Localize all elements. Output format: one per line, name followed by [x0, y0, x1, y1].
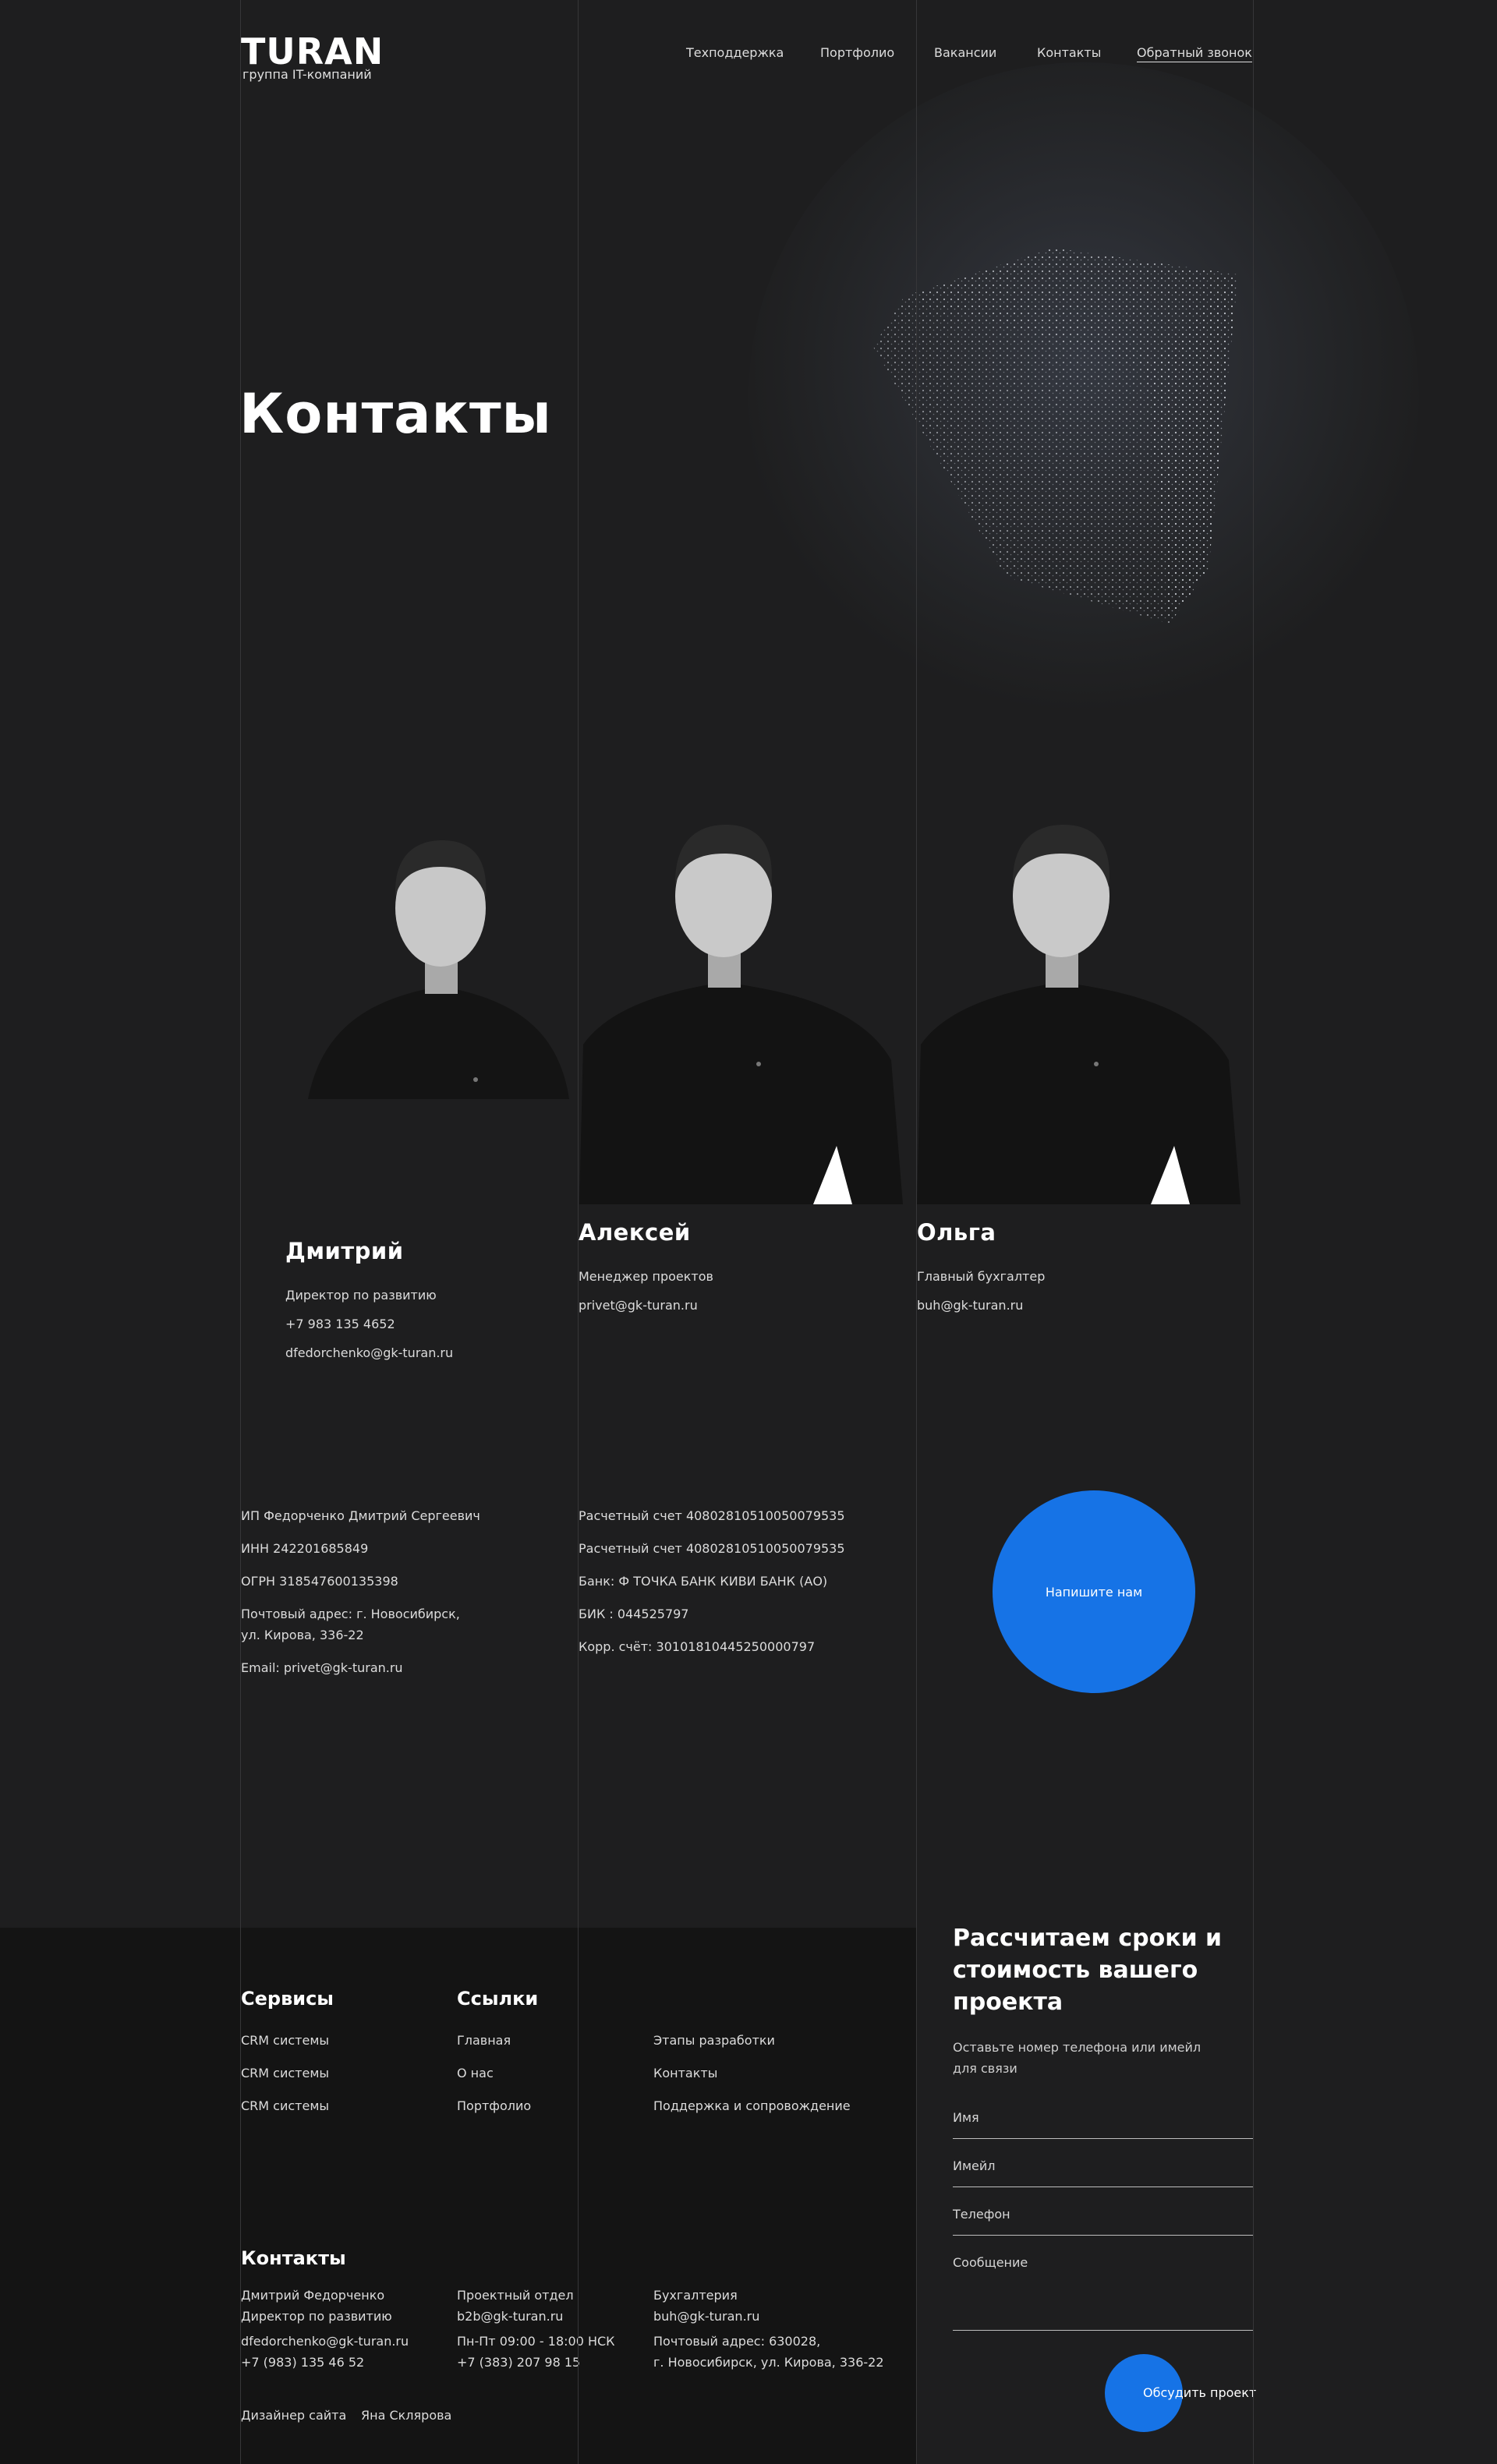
write-us-button[interactable]: Напишите нам: [993, 1490, 1195, 1693]
person-email-olga[interactable]: buh@gk-turan.ru: [917, 1298, 1023, 1313]
designer-name[interactable]: Яна Склярова: [361, 2405, 451, 2426]
person-phone-dmitry[interactable]: +7 983 135 4652: [285, 1317, 395, 1331]
footer-link-home[interactable]: Главная: [457, 2033, 511, 2048]
write-us-label: Напишите нам: [1045, 1584, 1143, 1600]
person-role-aleksey: Менеджер проектов: [579, 1269, 713, 1284]
footer-service-link[interactable]: CRM системы: [241, 2033, 329, 2048]
footer-contact-role: Директор по развитию: [241, 2309, 392, 2324]
footer-contacts-title: Контакты: [241, 2247, 346, 2269]
footer-service-link[interactable]: CRM системы: [241, 2098, 329, 2113]
footer-contact-name: Дмитрий Федорченко: [241, 2288, 385, 2303]
footer-accounting-email[interactable]: buh@gk-turan.ru: [653, 2306, 759, 2327]
requisite-bik: БИК : 044525797: [579, 1607, 689, 1621]
callback-link[interactable]: Обратный звонок: [1137, 45, 1252, 62]
footer-services-title: Сервисы: [241, 1988, 334, 2010]
grid-line: [916, 0, 917, 2464]
requisite-account-1: Расчетный счет 40802810510050079535: [579, 1508, 845, 1523]
message-field-placeholder: Сообщение: [953, 2255, 1028, 2270]
form-title: Рассчитаем сроки и стоимость вашего прое…: [953, 1925, 1223, 2016]
person-email-dmitry[interactable]: dfedorchenko@gk-turan.ru: [285, 1345, 453, 1360]
footer-link-stages[interactable]: Этапы разработки: [653, 2033, 775, 2048]
message-field[interactable]: Сообщение: [953, 2255, 1253, 2331]
requisite-address-line1: Почтовый адрес: г. Новосибирск,: [241, 1607, 460, 1621]
requisite-corr-account: Корр. счёт: 30101810445250000797: [579, 1639, 816, 1654]
requisite-email[interactable]: Email: privet@gk-turan.ru: [241, 1658, 403, 1678]
nav-contacts[interactable]: Контакты: [1037, 45, 1101, 60]
footer-link-about[interactable]: О нас: [457, 2066, 494, 2080]
footer-links-title: Ссылки: [457, 1988, 539, 2010]
photo-olga: [917, 803, 1240, 1204]
person-name-olga: Ольга: [917, 1219, 996, 1246]
person-name-aleksey: Алексей: [579, 1219, 691, 1246]
footer-accounting: Бухгалтерия: [653, 2288, 738, 2303]
email-field[interactable]: Имейл: [953, 2158, 1253, 2187]
requisite-inn: ИНН 242201685849: [241, 1541, 369, 1556]
photo-aleksey: [579, 803, 903, 1204]
footer-project-phone[interactable]: +7 (383) 207 98 15: [457, 2352, 580, 2373]
nav-portfolio[interactable]: Портфолио: [820, 45, 894, 60]
footer-link-support[interactable]: Поддержка и сопровождение: [653, 2098, 851, 2113]
requisite-address-line2: ул. Кирова, 336-22: [241, 1628, 364, 1642]
footer-service-link[interactable]: CRM системы: [241, 2066, 329, 2080]
footer-contact-email[interactable]: dfedorchenko@gk-turan.ru: [241, 2331, 409, 2352]
footer-project-dept: Проектный отдел: [457, 2288, 574, 2303]
footer-link-portfolio[interactable]: Портфолио: [457, 2098, 531, 2113]
footer-project-email[interactable]: b2b@gk-turan.ru: [457, 2306, 563, 2327]
nav-support[interactable]: Техподдержка: [686, 45, 784, 60]
discuss-project-label[interactable]: Обсудить проект: [1143, 2385, 1256, 2400]
grid-line: [1253, 0, 1254, 2464]
requisite-ogrn: ОГРН 318547600135398: [241, 1574, 398, 1589]
person-name-dmitry: Дмитрий: [285, 1238, 404, 1264]
footer-contact-phone[interactable]: +7 (983) 135 46 52: [241, 2352, 364, 2373]
nav-vacancies[interactable]: Вакансии: [934, 45, 996, 60]
designer-label: Дизайнер сайта: [241, 2408, 347, 2423]
page-title: Контакты: [239, 382, 552, 446]
person-email-aleksey[interactable]: privet@gk-turan.ru: [579, 1298, 698, 1313]
footer-postal-address-2: г. Новосибирск, ул. Кирова, 336-22: [653, 2355, 884, 2370]
phone-field-placeholder: Телефон: [953, 2207, 1010, 2222]
footer-link-contacts[interactable]: Контакты: [653, 2066, 717, 2080]
person-role-dmitry: Директор по развитию: [285, 1288, 437, 1303]
grid-line: [578, 0, 579, 2464]
person-role-olga: Главный бухгалтер: [917, 1269, 1046, 1284]
name-field-placeholder: Имя: [953, 2110, 979, 2125]
requisite-owner: ИП Федорченко Дмитрий Сергеевич: [241, 1508, 480, 1523]
footer-postal-address-1: Почтовый адрес: 630028,: [653, 2334, 821, 2349]
form-subtitle: Оставьте номер телефона или имейл для св…: [953, 2040, 1201, 2076]
email-field-placeholder: Имейл: [953, 2158, 996, 2173]
phone-field[interactable]: Телефон: [953, 2207, 1253, 2236]
requisite-account-2: Расчетный счет 40802810510050079535: [579, 1541, 845, 1556]
grid-line: [240, 0, 241, 2464]
photo-dmitry: [300, 811, 577, 1099]
name-field[interactable]: Имя: [953, 2110, 1253, 2139]
logo-subtitle: группа IT-компаний: [242, 67, 372, 82]
requisite-bank: Банк: Ф ТОЧКА БАНК КИВИ БАНК (АО): [579, 1574, 828, 1589]
particle-cube-graphic: [873, 248, 1238, 624]
footer-work-hours: Пн-Пт 09:00 - 18:00 НСК: [457, 2334, 615, 2349]
